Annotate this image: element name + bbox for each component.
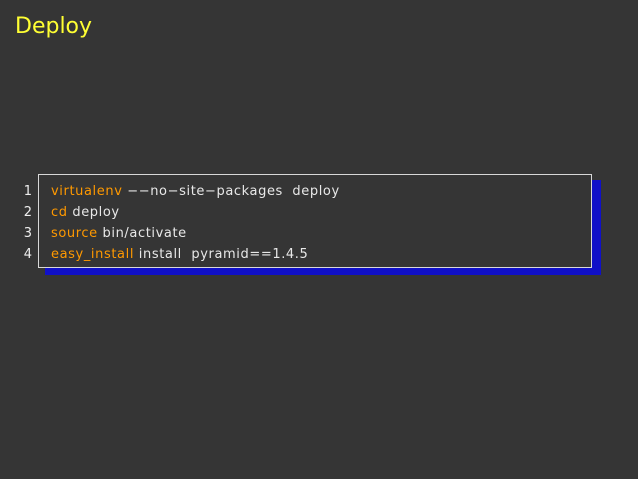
code-text: install pyramid==1.4.5 [134, 247, 309, 262]
line-number-4: 4 [23, 247, 32, 262]
code-keyword: virtualenv [51, 184, 123, 199]
code-text: deploy [67, 205, 120, 220]
code-text: −−no−site−packages deploy [122, 184, 340, 199]
line-number-2: 2 [23, 205, 32, 220]
line-number-1: 1 [23, 184, 32, 199]
code-line-4: easy_install install pyramid==1.4.5 [51, 247, 308, 262]
code-keyword: easy_install [51, 247, 135, 262]
code-keyword: cd [51, 205, 68, 220]
code-line-3: source bin/activate [51, 226, 187, 241]
code-text: bin/activate [97, 226, 187, 241]
code-keyword: source [51, 226, 98, 241]
slide-title: Deploy [15, 14, 93, 39]
code-line-2: cd deploy [51, 205, 120, 220]
line-number-3: 3 [23, 226, 32, 241]
code-line-1: virtualenv −−no−site−packages deploy [51, 184, 340, 199]
